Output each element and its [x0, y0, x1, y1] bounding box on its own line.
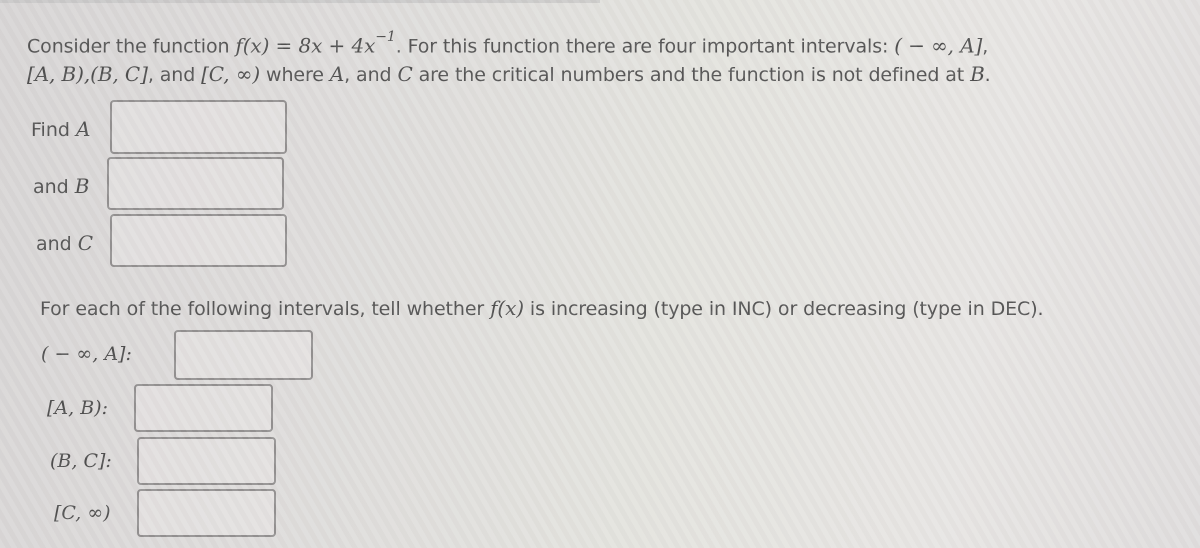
interval-2-input[interactable]	[134, 384, 273, 432]
label-var: C	[77, 231, 94, 255]
instruction-line: For each of the following intervals, tel…	[40, 296, 1044, 320]
instruction-prefix: For each of the following intervals, tel…	[40, 298, 491, 320]
label-text: Find	[31, 119, 76, 141]
interval-4-label: [C, ∞)	[54, 502, 111, 524]
question-intervals-text: . For this function there are four impor…	[395, 35, 895, 58]
and-c-label: and C	[36, 231, 93, 255]
interval-4-notation: [C, ∞)	[201, 62, 261, 86]
label-text: and	[33, 176, 75, 198]
comma: ,	[982, 35, 989, 58]
find-a-label: Find A	[31, 117, 90, 141]
question-line-2: [A, B),(B, C], and [C, ∞) where A, and C…	[27, 62, 991, 86]
interval-3-label: (B, C]:	[50, 450, 112, 472]
question-intro-text: Consider the function	[27, 35, 236, 58]
label-var: A	[75, 117, 91, 141]
var-c: C	[397, 62, 413, 86]
input-c[interactable]	[110, 214, 287, 267]
function-lhs: f(x)	[235, 33, 270, 58]
interval-1-notation: ( − ∞, A]	[894, 33, 983, 58]
label-text: and	[36, 233, 78, 255]
instruction-suffix: is increasing (type in INC) or decreasin…	[523, 298, 1044, 320]
interval-3-input[interactable]	[137, 437, 276, 485]
where-text: where	[260, 64, 330, 86]
interval-4-input[interactable]	[137, 489, 276, 537]
screen-top-edge	[0, 0, 600, 3]
and-text-2: , and	[344, 64, 398, 86]
function-exponent: −1	[375, 29, 396, 45]
and-text: , and	[147, 64, 202, 86]
question-line-1: Consider the function f(x) = 8x + 4x−1. …	[27, 29, 989, 58]
intervals-2-3-notation: [A, B),(B, C]	[27, 62, 148, 86]
var-a: A	[329, 62, 345, 86]
interval-1-input[interactable]	[174, 330, 313, 380]
period: .	[984, 64, 991, 86]
input-b[interactable]	[107, 157, 284, 210]
label-var: B	[74, 174, 90, 198]
interval-2-label: [A, B):	[47, 397, 108, 419]
critical-numbers-text: are the critical numbers and the functio…	[412, 64, 971, 86]
and-b-label: and B	[33, 174, 90, 198]
equals-sign: =	[269, 33, 299, 58]
function-rhs: 8x + 4x	[298, 33, 376, 58]
interval-1-label: ( − ∞, A]:	[41, 343, 132, 365]
var-b: B	[970, 62, 985, 86]
input-a[interactable]	[110, 100, 287, 154]
instruction-func: f(x)	[490, 296, 524, 320]
